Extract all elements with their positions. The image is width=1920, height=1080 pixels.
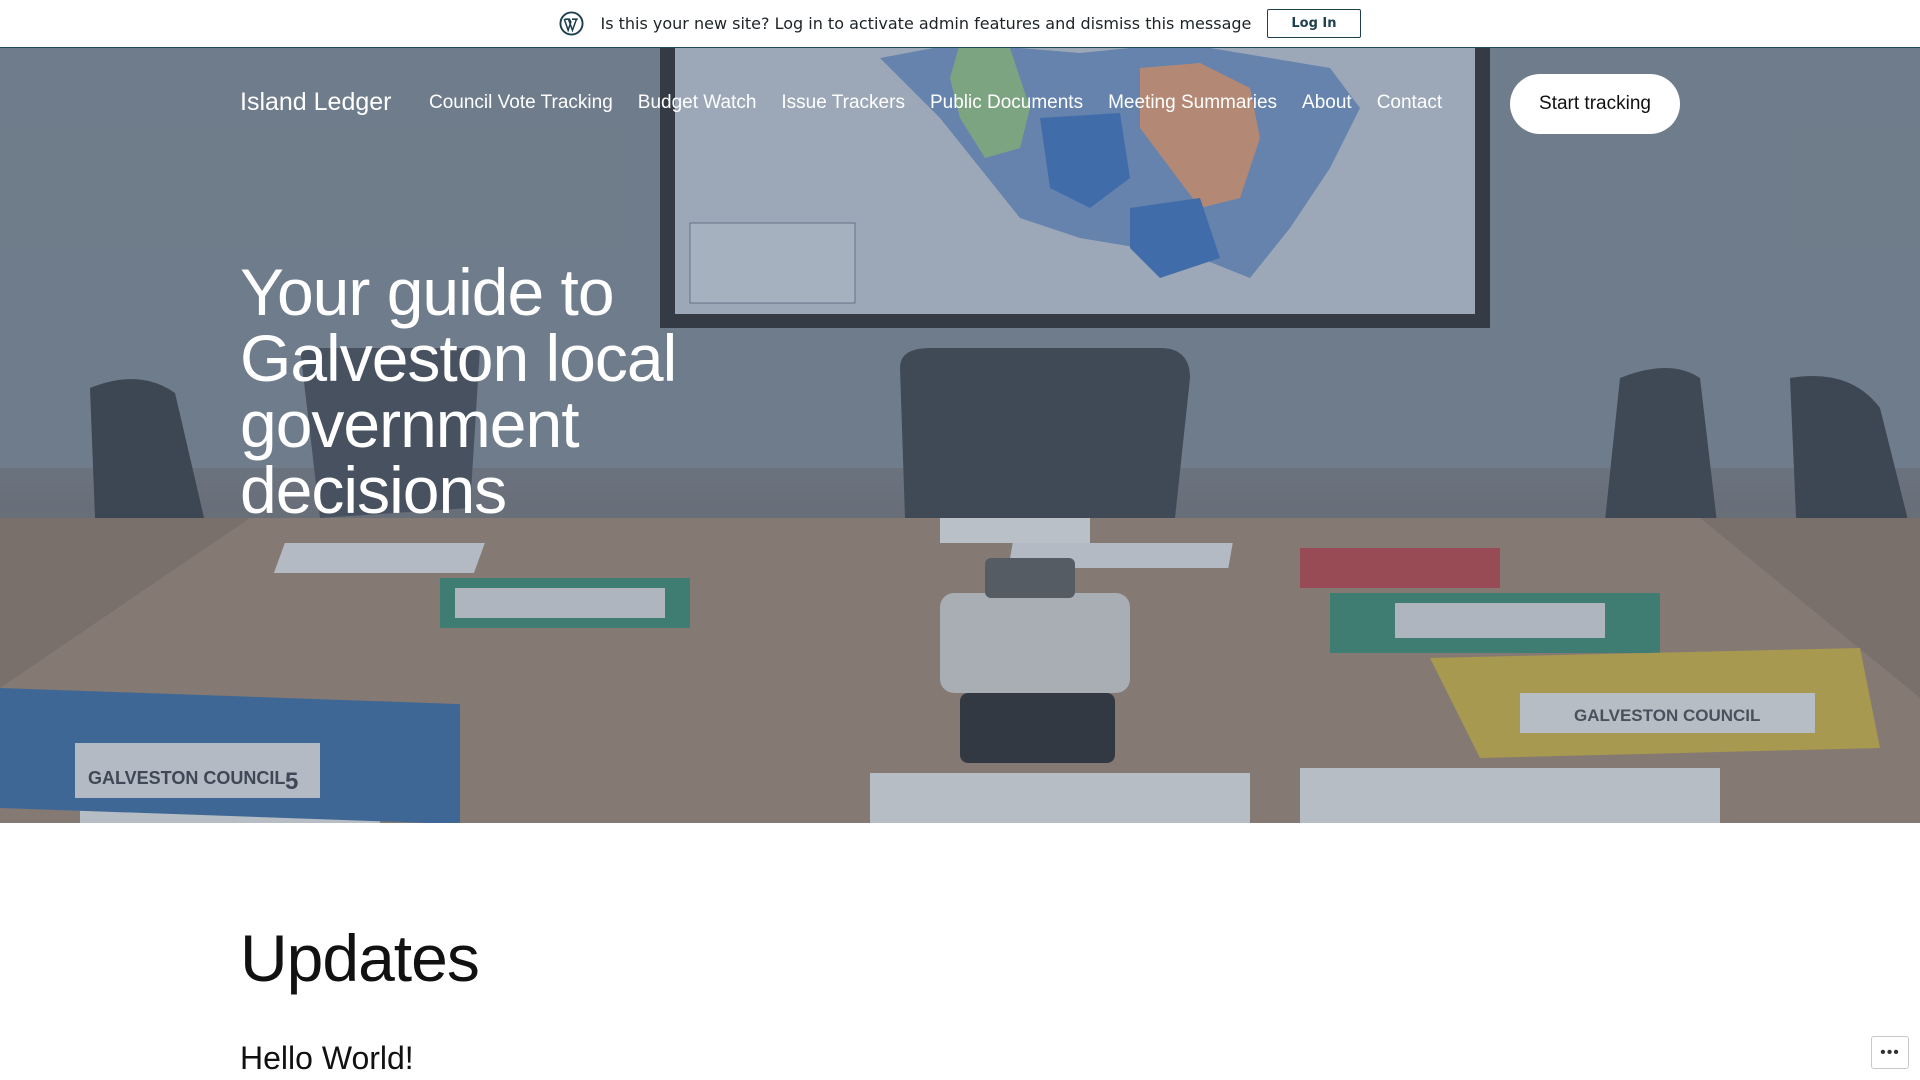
admin-notice-bar: Is this your new site? Log in to activat… xyxy=(0,0,1920,48)
wordpress-logo-icon xyxy=(559,11,584,36)
nav-item-meeting-summaries[interactable]: Meeting Summaries xyxy=(1108,92,1277,114)
nav-item-contact[interactable]: Contact xyxy=(1377,92,1442,114)
admin-notice-message: Is this your new site? Log in to activat… xyxy=(600,14,1252,33)
updates-heading: Updates xyxy=(240,921,480,995)
nav-item-public-documents[interactable]: Public Documents xyxy=(930,92,1083,114)
hero-heading: Your guide to Galveston local government… xyxy=(240,255,677,527)
nav-item-about[interactable]: About xyxy=(1302,92,1352,114)
primary-navigation: Council Vote Tracking Budget Watch Issue… xyxy=(429,92,1442,114)
hero-section: GALVESTON COUNCIL 5 GALVESTON COUNCIL Is… xyxy=(0,48,1920,823)
ellipsis-icon: ••• xyxy=(1880,1043,1900,1061)
more-options-button[interactable]: ••• xyxy=(1871,1036,1909,1069)
nav-item-council-vote-tracking[interactable]: Council Vote Tracking xyxy=(429,92,613,114)
post-title-link[interactable]: Hello World! xyxy=(240,1040,414,1077)
nav-item-issue-trackers[interactable]: Issue Trackers xyxy=(781,92,905,114)
nav-item-budget-watch[interactable]: Budget Watch xyxy=(638,92,757,114)
start-tracking-button[interactable]: Start tracking xyxy=(1510,74,1680,134)
site-title[interactable]: Island Ledger xyxy=(240,88,392,117)
login-button[interactable]: Log In xyxy=(1267,9,1361,38)
